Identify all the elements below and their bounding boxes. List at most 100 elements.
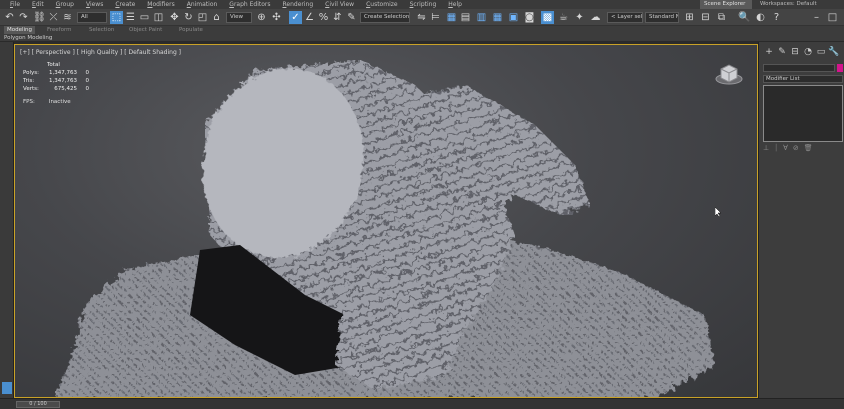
toggle-icon[interactable]: ⊟: [699, 11, 712, 24]
viewport-label[interactable]: [+] [ Perspective ] [ High Quality ] [ D…: [20, 49, 181, 56]
object-name-field[interactable]: [763, 64, 835, 72]
minimize-icon[interactable]: –: [810, 11, 823, 24]
reference-coordinate-dropdown[interactable]: View: [226, 12, 252, 23]
menu-scripting[interactable]: Scripting: [404, 0, 443, 9]
hierarchy-tab-icon[interactable]: ⊟: [789, 46, 801, 58]
schematic-view-icon[interactable]: ▣: [507, 11, 520, 24]
configure-sets-icon[interactable]: 🗑: [804, 144, 813, 153]
render-production-icon[interactable]: ✦: [573, 11, 586, 24]
status-bar: 0 / 100: [0, 398, 844, 409]
maxscript-listener-button[interactable]: [2, 382, 12, 394]
pivot-center-icon[interactable]: ⊕: [255, 11, 268, 24]
render-in-cloud-icon[interactable]: ☁: [589, 11, 602, 24]
snap-toggle-icon[interactable]: ✓: [289, 11, 302, 24]
stats-header: Total: [47, 62, 60, 68]
scene-statistics: Total Polys: 1,347,763 0 Tris: 1,347,763 0 V…: [23, 61, 89, 93]
link-icon[interactable]: ⛓: [33, 11, 46, 24]
motion-tab-icon[interactable]: ◔: [802, 46, 814, 58]
menu-help[interactable]: Help: [442, 0, 468, 9]
selection-filter-dropdown[interactable]: All: [77, 12, 107, 23]
ribbon-tab-selection[interactable]: Selection: [86, 26, 117, 34]
menu-animation[interactable]: Animation: [181, 0, 224, 9]
render-setup-icon[interactable]: ▩: [541, 11, 554, 24]
modifier-list-dropdown[interactable]: Modifier List: [763, 75, 843, 83]
menu-file[interactable]: File: [4, 0, 26, 9]
angle-snap-icon[interactable]: ∠: [303, 11, 316, 24]
viewcube-icon[interactable]: [715, 63, 743, 85]
select-manipulate-icon[interactable]: ✣: [270, 11, 283, 24]
manage-layers-icon[interactable]: ⊞: [683, 11, 696, 24]
tree-stump-mesh[interactable]: [15, 45, 758, 398]
help-icon[interactable]: ?: [770, 11, 783, 24]
stack-tools: ⊥ ⏐ ∀ ⊘ 🗑: [763, 144, 813, 153]
toggle-ribbon-icon[interactable]: ▥: [475, 11, 488, 24]
menu-civil-view[interactable]: Civil View: [319, 0, 360, 9]
render-type-dropdown[interactable]: Standard Nodes: [645, 12, 679, 23]
unlink-icon[interactable]: ⤫: [47, 11, 60, 24]
maximize-icon[interactable]: □: [826, 11, 839, 24]
menu-customize[interactable]: Customize: [360, 0, 404, 9]
spinner-snap-icon[interactable]: ⇵: [331, 11, 344, 24]
menu-graph-editors[interactable]: Graph Editors: [223, 0, 276, 9]
ribbon-tab-modeling[interactable]: Modeling: [4, 26, 36, 34]
show-end-result-icon[interactable]: ⏐: [774, 144, 778, 153]
toggle-layer-explorer-icon[interactable]: ▤: [459, 11, 472, 24]
time-slider[interactable]: 0 / 100: [16, 401, 60, 408]
fps-value: Inactive: [48, 99, 71, 105]
ribbon-tab-freeform[interactable]: Freeform: [44, 26, 75, 34]
pin-stack-icon[interactable]: ⊥: [763, 144, 769, 153]
menu-group[interactable]: Group: [50, 0, 80, 9]
material-editor-icon[interactable]: ◙: [523, 11, 536, 24]
search-icon[interactable]: 🔍: [738, 11, 751, 24]
edit-named-selection-icon[interactable]: ✎: [345, 11, 358, 24]
menu-edit[interactable]: Edit: [26, 0, 50, 9]
menu-rendering[interactable]: Rendering: [277, 0, 320, 9]
menu-views[interactable]: Views: [80, 0, 109, 9]
align-icon[interactable]: ⊨: [429, 11, 442, 24]
bind-space-warp-icon[interactable]: ≋: [61, 11, 74, 24]
stats-row-polys: Polys: 1,347,763 0: [23, 70, 89, 76]
percent-snap-icon[interactable]: %: [317, 11, 330, 24]
rotate-icon[interactable]: ↻: [182, 11, 195, 24]
curve-editor-icon[interactable]: ▦: [491, 11, 504, 24]
left-toolbar: [0, 42, 14, 398]
modifier-stack[interactable]: [763, 85, 843, 142]
menu-create[interactable]: Create: [109, 0, 141, 9]
ribbon-tab-object-paint[interactable]: Object Paint: [126, 26, 165, 34]
utilities-tab-icon[interactable]: 🔧: [828, 46, 840, 58]
undo-icon[interactable]: ↶: [3, 11, 16, 24]
create-tab-icon[interactable]: +: [763, 46, 775, 58]
stats-row-tris: Tris: 1,347,763 0: [23, 78, 89, 84]
named-selection-set-dropdown[interactable]: Create Selection Se: [360, 12, 410, 23]
stats-row-verts: Verts: 675,425 0: [23, 86, 89, 92]
make-unique-icon[interactable]: ∀: [783, 144, 788, 153]
window-crossing-icon[interactable]: ◫: [152, 11, 165, 24]
rectangular-selection-icon[interactable]: ▭: [138, 11, 151, 24]
command-panel-tabs: + ✎ ⊟ ◔ ▭ 🔧: [759, 46, 844, 60]
scene-explorer-field[interactable]: Scene Explorer: [700, 0, 752, 9]
layer-dropdown[interactable]: < Layer select >: [607, 12, 643, 23]
sign-in-icon[interactable]: ◐: [754, 11, 767, 24]
toggle-scene-explorer-icon[interactable]: ▦: [445, 11, 458, 24]
perspective-viewport[interactable]: [+] [ Perspective ] [ High Quality ] [ D…: [14, 44, 758, 398]
rendered-frame-window-icon[interactable]: ☕: [557, 11, 570, 24]
remove-modifier-icon[interactable]: ⊘: [793, 144, 799, 153]
scale-icon[interactable]: ◰: [196, 11, 209, 24]
container-icon[interactable]: ⧉: [715, 11, 728, 24]
menu-modifiers[interactable]: Modifiers: [141, 0, 180, 9]
select-by-name-icon[interactable]: ☰: [124, 11, 137, 24]
modify-tab-icon[interactable]: ✎: [776, 46, 788, 58]
object-color-swatch[interactable]: [837, 64, 843, 72]
mirror-icon[interactable]: ⇋: [415, 11, 428, 24]
fps-readout: FPS: Inactive: [23, 99, 71, 105]
select-object-icon[interactable]: ⬚: [110, 11, 123, 24]
move-icon[interactable]: ✥: [168, 11, 181, 24]
ribbon-tab-populate[interactable]: Populate: [176, 26, 206, 34]
mouse-cursor-icon: [715, 207, 722, 217]
polygon-modeling-label[interactable]: Polygon Modeling: [4, 34, 52, 42]
redo-icon[interactable]: ↷: [17, 11, 30, 24]
display-tab-icon[interactable]: ▭: [815, 46, 827, 58]
sub-ribbon: Polygon Modeling: [0, 34, 844, 42]
workspace-selector[interactable]: Workspaces: Default: [760, 0, 817, 9]
place-icon[interactable]: ⌂: [210, 11, 223, 24]
